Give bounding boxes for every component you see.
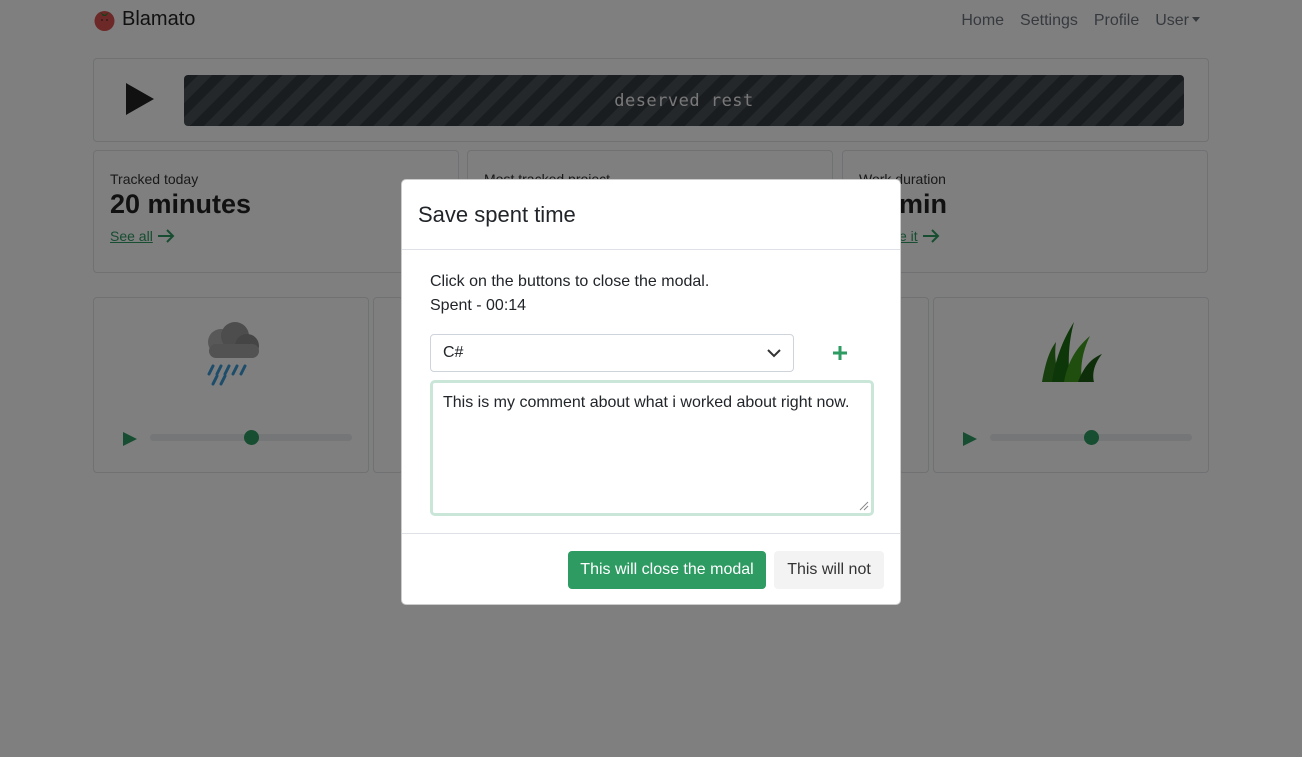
modal-header: Save spent time (402, 180, 900, 250)
plus-icon (833, 346, 847, 360)
modal-title: Save spent time (418, 202, 576, 227)
save-spent-time-modal: Save spent time Click on the buttons to … (401, 179, 901, 605)
resize-handle-icon[interactable] (859, 501, 869, 511)
comment-textarea[interactable]: This is my comment about what i worked a… (430, 380, 874, 516)
comment-text: This is my comment about what i worked a… (443, 394, 850, 411)
chevron-down-icon (767, 349, 781, 358)
modal-instruction: Click on the buttons to close the modal. (430, 273, 710, 290)
spent-time-text: Spent - 00:14 (430, 297, 527, 314)
modal-body: Click on the buttons to close the modal.… (402, 250, 900, 536)
modal-footer: This will close the modal This will not (402, 533, 900, 605)
add-project-button[interactable] (830, 343, 850, 363)
close-modal-button[interactable]: This will close the modal (568, 551, 766, 589)
project-select[interactable]: C# (430, 334, 794, 372)
project-selected-value: C# (443, 344, 464, 361)
keep-open-button[interactable]: This will not (774, 551, 884, 589)
